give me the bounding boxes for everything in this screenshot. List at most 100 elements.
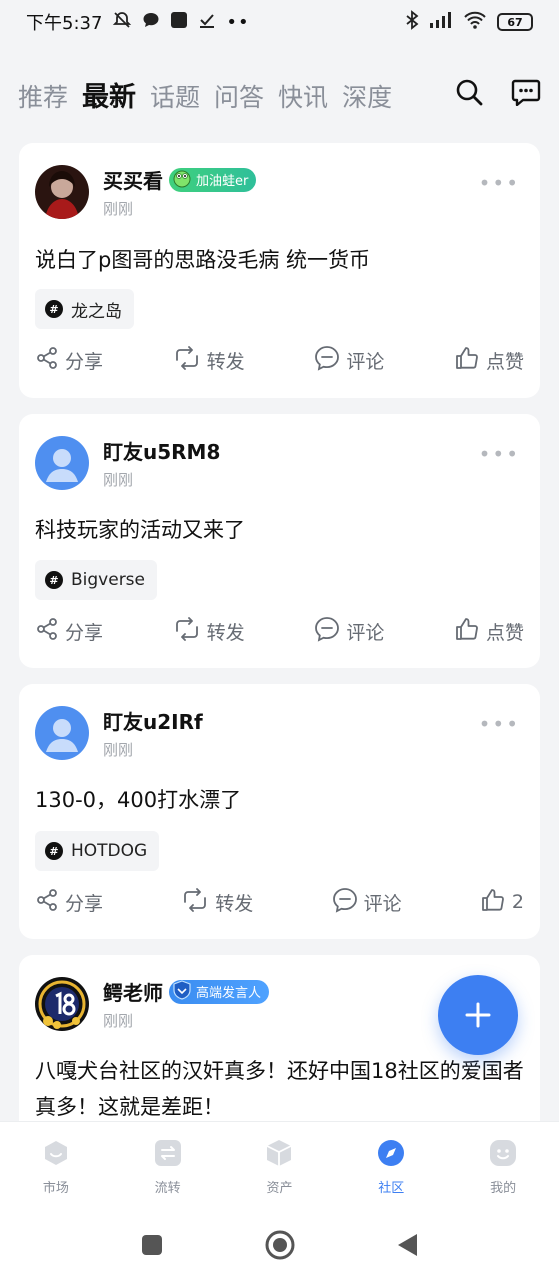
hashtag-icon: # — [45, 842, 63, 860]
post-text[interactable]: 八嘎犬台社区的汉奸真多！还好中国18社区的爱国者真多！这就是差距！ — [35, 1053, 525, 1125]
app-notification-icon — [170, 11, 188, 34]
wifi-icon — [463, 11, 487, 34]
feed-tabs: 推荐 最新 话题 问答 快讯 深度 — [18, 75, 392, 114]
comment-icon — [314, 616, 340, 647]
share-icon — [35, 346, 59, 375]
tab-latest[interactable]: 最新 — [82, 75, 136, 114]
thumbs-up-icon — [454, 616, 480, 647]
transfer-icon — [154, 1139, 182, 1171]
like-label: 点赞 — [485, 621, 524, 644]
plus-icon — [465, 992, 491, 1038]
avatar[interactable] — [35, 977, 89, 1031]
like-button[interactable]: 2 — [480, 887, 524, 918]
repost-label: 转发 — [215, 892, 254, 915]
more-options-icon[interactable]: ••• — [479, 442, 520, 466]
search-icon[interactable] — [455, 78, 483, 110]
author-name[interactable]: 买买看 — [103, 165, 163, 194]
comment-button[interactable]: 评论 — [314, 616, 384, 647]
author-name[interactable]: 鳄老师 — [103, 977, 163, 1006]
tag-label: HOTDOG — [71, 841, 148, 861]
like-button[interactable]: 点赞 — [454, 616, 524, 647]
comment-button[interactable]: 评论 — [314, 345, 384, 376]
frog-icon — [172, 168, 192, 192]
badge-label: 加油蛙er — [196, 174, 249, 189]
comment-button[interactable]: 评论 — [332, 887, 402, 918]
post-card[interactable]: 买买看 加油蛙er 刚刚 ••• 说白了p图哥的思路没毛病 统一货币 # 龙之岛… — [19, 143, 540, 398]
share-button[interactable]: 分享 — [35, 346, 103, 375]
share-label: 分享 — [65, 892, 104, 915]
more-options-icon[interactable]: ••• — [479, 712, 520, 736]
tag-label: 龙之岛 — [71, 301, 122, 322]
share-label: 分享 — [65, 621, 104, 644]
post-card[interactable]: 盯友u2IRf 刚刚 ••• 130-0，400打水漂了 # HOTDOG 分享… — [19, 684, 540, 939]
more-options-icon[interactable]: ••• — [479, 171, 520, 195]
create-post-button[interactable] — [438, 975, 518, 1055]
tab-mine[interactable]: 我的 — [458, 1139, 548, 1196]
topic-tag[interactable]: # Bigverse — [35, 560, 158, 600]
post-text[interactable]: 科技玩家的活动又来了 — [35, 512, 525, 548]
avatar[interactable] — [35, 436, 89, 490]
status-time: 下午5:37 — [26, 13, 103, 34]
back-icon[interactable] — [396, 1232, 420, 1262]
mute-icon — [112, 10, 132, 35]
like-button[interactable]: 点赞 — [454, 345, 524, 376]
like-count: 2 — [511, 891, 524, 913]
home-icon[interactable] — [264, 1229, 296, 1265]
post-actions: 分享 转发 评论 点赞 — [35, 616, 524, 646]
repost-button[interactable]: 转发 — [181, 887, 254, 917]
avatar[interactable] — [35, 706, 89, 760]
repost-button[interactable]: 转发 — [173, 345, 245, 375]
signal-icon — [429, 11, 453, 34]
tab-label: 市场 — [42, 1181, 69, 1196]
cube-icon — [265, 1139, 293, 1171]
share-icon — [35, 888, 59, 917]
messages-icon[interactable] — [511, 78, 541, 110]
post-card[interactable]: 盯友u5RM8 刚刚 ••• 科技玩家的活动又来了 # Bigverse 分享 … — [19, 414, 540, 668]
comment-icon — [332, 887, 358, 918]
share-button[interactable]: 分享 — [35, 888, 103, 917]
thumbs-up-icon — [480, 887, 506, 918]
chat-notification-icon — [142, 11, 160, 34]
recent-apps-icon[interactable] — [140, 1233, 164, 1261]
repost-icon — [173, 345, 201, 375]
hashtag-icon: # — [45, 571, 63, 589]
tab-topics[interactable]: 话题 — [150, 78, 200, 114]
bluetooth-icon — [405, 9, 419, 35]
tab-qa[interactable]: 问答 — [214, 78, 264, 114]
post-text[interactable]: 说白了p图哥的思路没毛病 统一货币 — [35, 242, 525, 278]
author-name[interactable]: 盯友u5RM8 — [103, 436, 220, 465]
tab-community[interactable]: 社区 — [346, 1139, 436, 1196]
repost-button[interactable]: 转发 — [173, 616, 245, 646]
comment-label: 评论 — [346, 350, 385, 373]
tab-label: 流转 — [154, 1181, 181, 1196]
tab-circulation[interactable]: 流转 — [123, 1139, 213, 1196]
tab-news-flash[interactable]: 快讯 — [278, 78, 328, 114]
post-actions: 分享 转发 评论 点赞 — [35, 345, 524, 375]
user-badge: 加油蛙er — [169, 167, 257, 192]
tab-label: 社区 — [378, 1181, 405, 1196]
repost-icon — [173, 616, 201, 646]
user-badge: 高端发言人 — [169, 979, 270, 1004]
repost-label: 转发 — [206, 350, 245, 373]
tab-in-depth[interactable]: 深度 — [342, 78, 392, 114]
share-label: 分享 — [65, 350, 104, 373]
topic-tag[interactable]: # 龙之岛 — [35, 289, 134, 329]
hashtag-icon: # — [45, 300, 63, 318]
avatar[interactable] — [35, 165, 89, 219]
post-time: 刚刚 — [103, 471, 134, 489]
market-icon — [42, 1139, 70, 1171]
share-button[interactable]: 分享 — [35, 617, 103, 646]
author-name[interactable]: 盯友u2IRf — [103, 706, 203, 735]
system-navigation-bar — [0, 1213, 559, 1280]
download-notification-icon — [198, 11, 216, 34]
tab-market[interactable]: 市场 — [11, 1139, 101, 1196]
tab-assets[interactable]: 资产 — [234, 1139, 324, 1196]
status-bar: 下午5:37 •• 67 — [0, 0, 559, 44]
post-actions: 分享 转发 评论 2 — [35, 887, 524, 917]
shield-icon — [172, 979, 192, 1004]
comment-label: 评论 — [363, 892, 402, 915]
topic-tag[interactable]: # HOTDOG — [35, 831, 160, 871]
tab-recommended[interactable]: 推荐 — [18, 78, 68, 114]
profile-icon — [489, 1139, 517, 1171]
post-text[interactable]: 130-0，400打水漂了 — [35, 782, 525, 818]
